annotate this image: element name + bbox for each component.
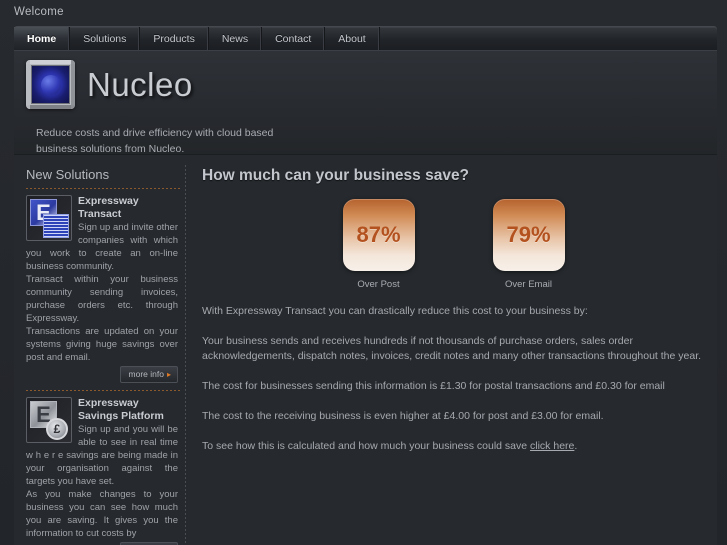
sidebar-promo-heading: Expressway Savings Platform: [78, 397, 164, 422]
nav-item-products-label: Products: [153, 32, 195, 45]
welcome-text: Welcome: [14, 6, 64, 18]
logo-row: Nucleo: [26, 60, 717, 109]
nav-item-about-label: About: [338, 32, 366, 45]
badge-label: Over Email: [505, 279, 552, 290]
click-here-link[interactable]: click here: [530, 440, 574, 452]
final-paragraph-suffix: .: [574, 440, 578, 452]
nav-item-home-label: Home: [27, 32, 57, 45]
nucleo-cube-logo-icon: [26, 60, 75, 109]
content-paragraph: With Expressway Transact you can drastic…: [202, 305, 588, 317]
more-info-button[interactable]: more info▸: [119, 366, 178, 383]
expressway-transact-icon: E: [26, 195, 72, 241]
page-panel: Nucleo Reduce costs and drive efficiency…: [14, 50, 717, 545]
navigation-bar: Home Solutions Products News Contact Abo…: [14, 26, 717, 50]
site-header: Nucleo Reduce costs and drive efficiency…: [14, 51, 717, 155]
nav-item-contact-label: Contact: [275, 32, 312, 45]
savings-badges: 87% Over Post 79% Over Email: [202, 199, 705, 290]
arrow-right-icon: ▸: [166, 370, 171, 379]
content-paragraph: The cost to the receiving business is ev…: [202, 410, 604, 422]
page-title: How much can your business save?: [202, 167, 470, 184]
badge-value: 87%: [342, 199, 415, 271]
nav-item-news-label: News: [221, 32, 249, 45]
sidebar-promo-heading: Expressway Transact: [78, 195, 139, 220]
badge-value: 79%: [492, 199, 565, 271]
savings-badge-over-email: 79% Over Email: [492, 199, 565, 290]
sidebar-divider-top: [26, 188, 180, 189]
sidebar-promo-expressway-transact[interactable]: E Expressway Transact Sign up and invite…: [26, 193, 186, 385]
nav-item-solutions[interactable]: Solutions: [70, 27, 141, 50]
nav-item-home[interactable]: Home: [14, 27, 71, 50]
sidebar-promo-paragraph: Transact within your business community …: [26, 274, 178, 324]
badge-label: Over Post: [357, 279, 400, 290]
nav-filler: [380, 27, 717, 50]
sidebar-title: New Solutions: [26, 167, 110, 182]
page-body: New Solutions E Expressway Transact Sign…: [14, 155, 717, 545]
main-content: How much can your business save? 87% Ove…: [186, 155, 717, 545]
content-paragraph: Your business sends and receives hundred…: [202, 335, 702, 362]
expressway-savings-platform-icon: E £: [26, 397, 72, 443]
sidebar-promo-expressway-savings-platform[interactable]: E £ Expressway Savings Platform Sign up …: [26, 395, 186, 545]
sidebar-promo-body: Sign up and invite other companies with …: [26, 221, 178, 364]
sidebar-promo-paragraph: As you make changes to your business you…: [26, 489, 178, 539]
navigation-bar-wrapper: Home Solutions Products News Contact Abo…: [14, 26, 717, 50]
nav-item-about[interactable]: About: [325, 27, 380, 50]
welcome-bar: Welcome: [0, 0, 727, 26]
site-tagline: Reduce costs and drive efficiency with c…: [36, 127, 274, 155]
brand-title: Nucleo: [87, 65, 193, 103]
nav-item-contact[interactable]: Contact: [262, 27, 326, 50]
final-paragraph-prefix: To see how this is calculated and how mu…: [202, 440, 531, 452]
sidebar-divider-middle: [26, 390, 180, 391]
nav-item-solutions-label: Solutions: [83, 32, 127, 45]
document-lines-icon: [43, 214, 69, 238]
more-info-label: more info: [128, 369, 164, 379]
nav-item-news[interactable]: News: [209, 27, 263, 50]
sidebar-promo-paragraph: Transactions are updated on your systems…: [26, 326, 178, 363]
content-paragraph: The cost for businesses sending this inf…: [202, 380, 665, 392]
pound-gear-icon: £: [46, 418, 68, 440]
sidebar: New Solutions E Expressway Transact Sign…: [14, 155, 186, 545]
nav-item-products[interactable]: Products: [140, 27, 209, 50]
content-paragraph-with-link: To see how this is calculated and how mu…: [202, 439, 705, 454]
savings-badge-over-post: 87% Over Post: [342, 199, 415, 290]
